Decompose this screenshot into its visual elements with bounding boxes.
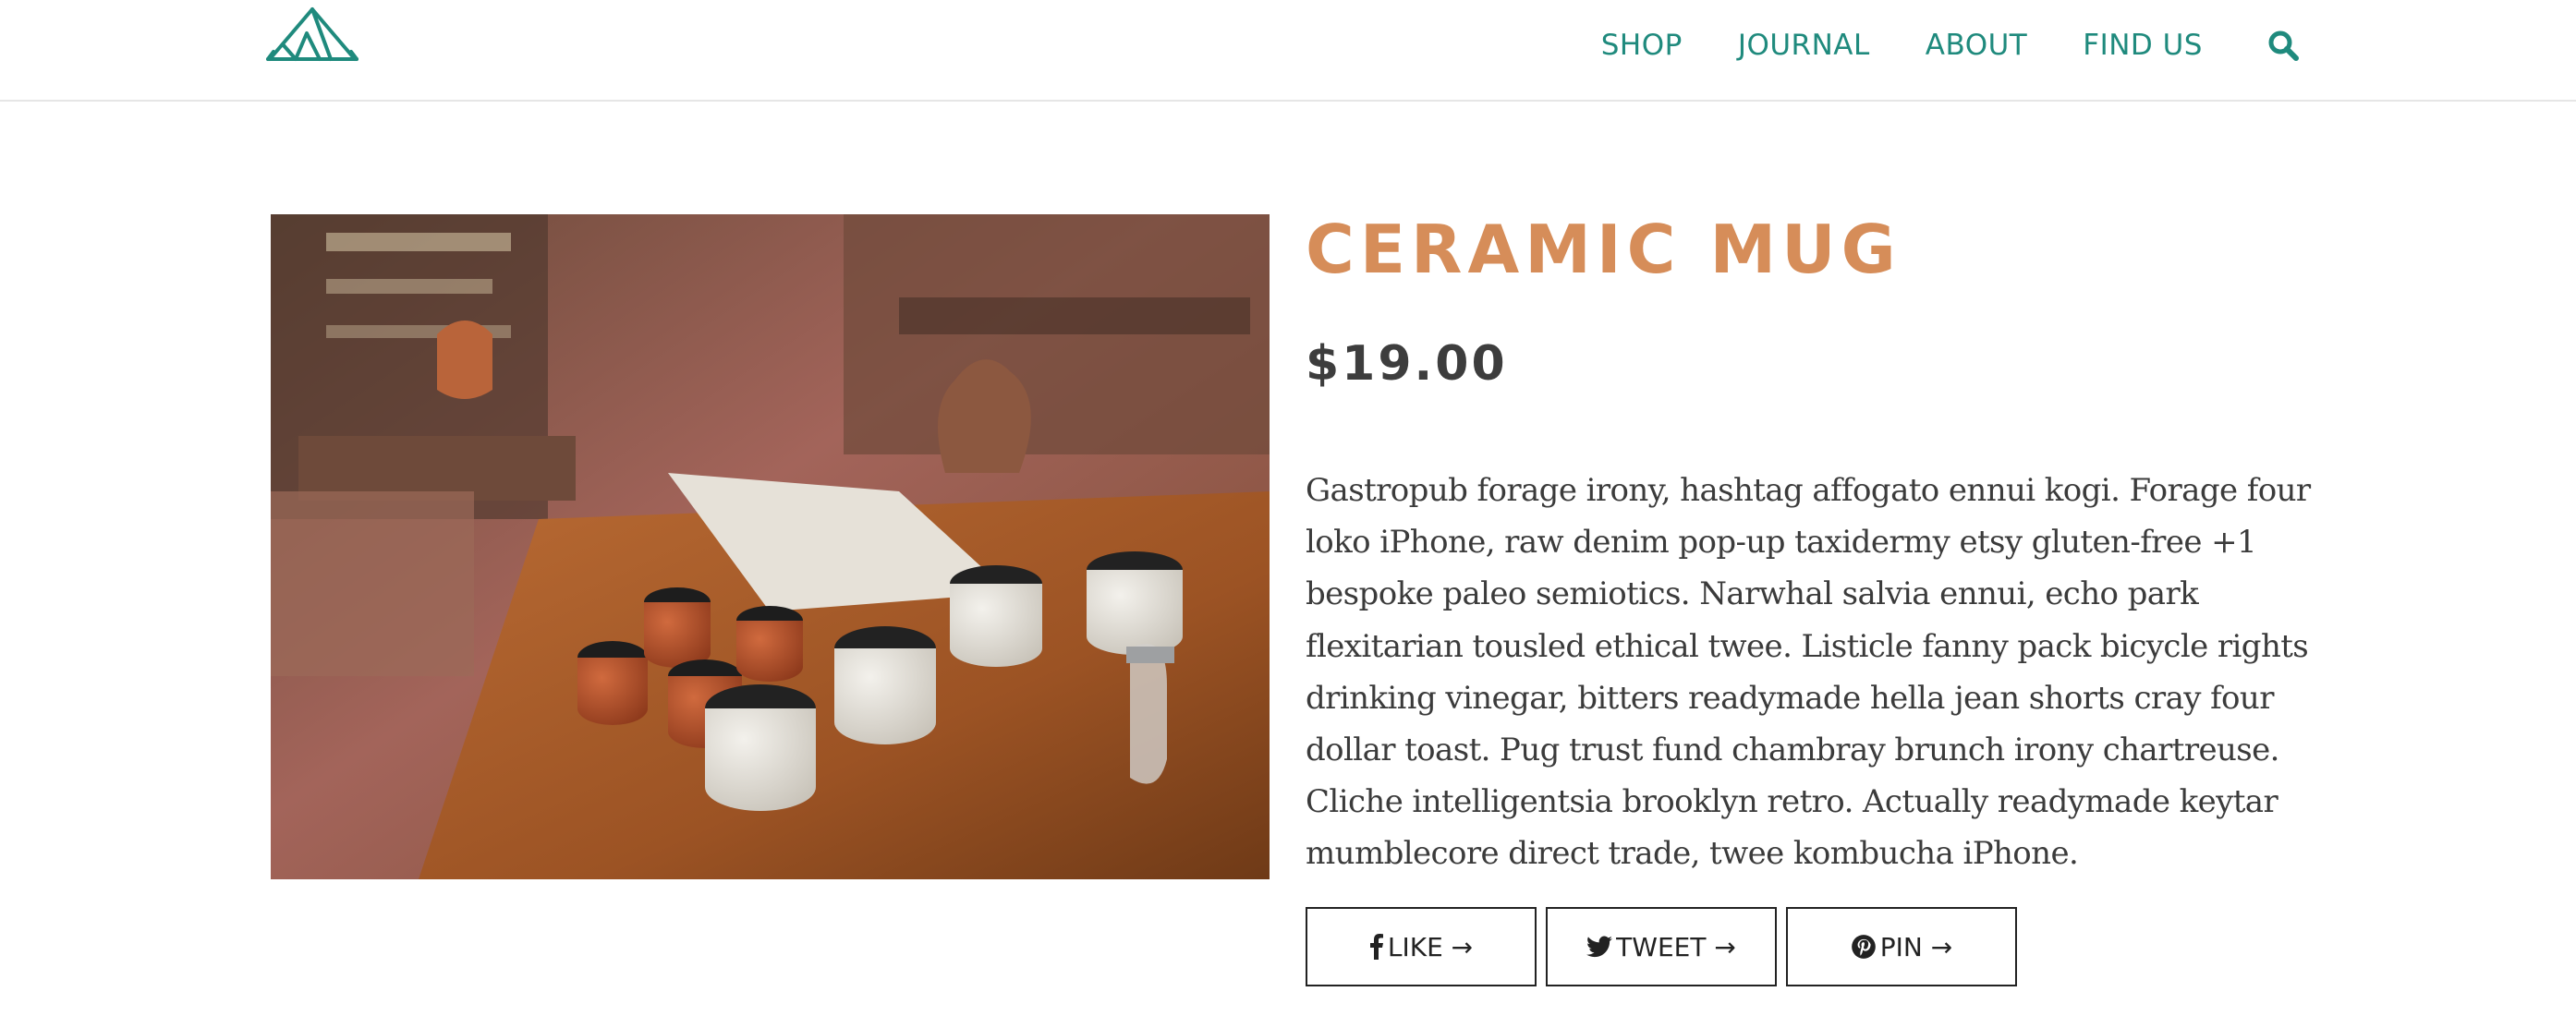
search-icon[interactable] [2267, 30, 2299, 61]
pin-button[interactable]: PIN → [1786, 907, 2017, 986]
twitter-icon [1586, 936, 1613, 958]
main-nav: SHOP JOURNAL ABOUT FIND US [1546, 0, 2299, 91]
product-price: $19.00 [1306, 336, 1508, 392]
product-title: CERAMIC MUG [1306, 211, 1902, 288]
tweet-button[interactable]: TWEET → [1546, 907, 1777, 986]
facebook-icon [1369, 934, 1383, 960]
nav-about[interactable]: ABOUT [1926, 29, 2027, 62]
like-label: LIKE → [1387, 931, 1474, 962]
product-photo [271, 214, 1270, 879]
pin-label: PIN → [1879, 931, 1953, 962]
nav-find-us[interactable]: FIND US [2083, 29, 2203, 62]
site-header: SHOP JOURNAL ABOUT FIND US [0, 0, 2576, 102]
product-description: Gastropub forage irony, hashtag affogato… [1306, 472, 2311, 873]
nav-journal[interactable]: JOURNAL [1738, 29, 1870, 62]
facebook-like-button[interactable]: LIKE → [1306, 907, 1537, 986]
pinterest-icon [1851, 935, 1876, 959]
tweet-label: TWEET → [1616, 931, 1736, 962]
nav-shop[interactable]: SHOP [1601, 29, 1683, 62]
tent-logo-icon[interactable] [266, 4, 358, 65]
share-buttons: LIKE → TWEET → PIN → [1306, 907, 2026, 986]
